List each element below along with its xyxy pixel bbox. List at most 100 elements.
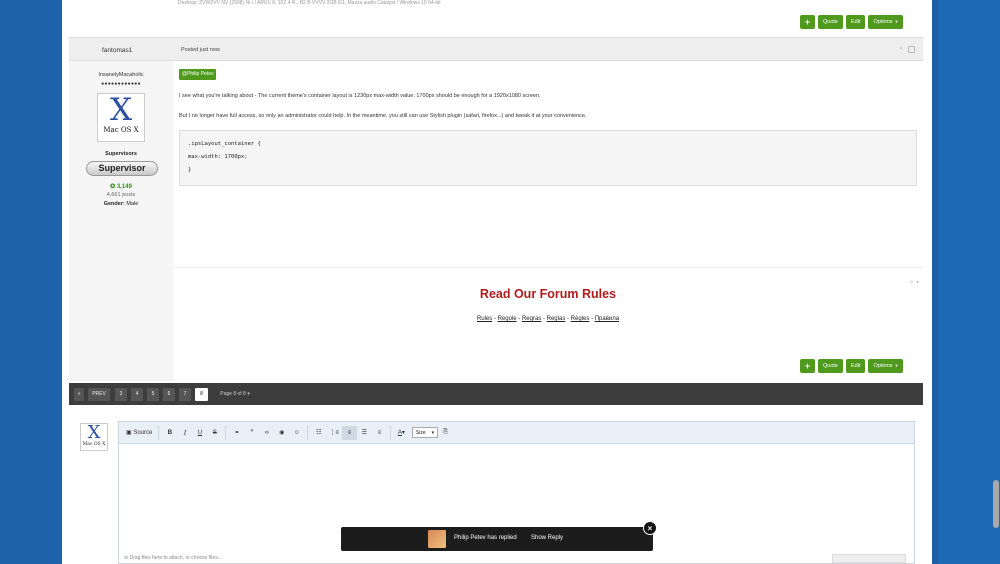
close-icon[interactable]: × (643, 521, 657, 535)
regole-link[interactable]: Regole (498, 316, 517, 322)
share-icon[interactable]: < (899, 46, 903, 53)
page-6-button[interactable]: 6 (163, 388, 175, 401)
regras-link[interactable]: Regras (522, 316, 541, 322)
page-3-button[interactable]: 3 (115, 388, 127, 401)
scrollbar-thumb[interactable] (993, 480, 999, 528)
author-panel: InsanelyMacaholic ●●●●●●●●●●●● X Mac OS … (69, 61, 173, 381)
source-icon: ▣ (126, 430, 134, 436)
align-center-icon[interactable]: ☰ (357, 426, 372, 440)
post-author[interactable]: fantomas1 (102, 47, 132, 54)
page-jump-dropdown[interactable]: Page 8 of 8 ▾ (213, 388, 257, 401)
signature-divider (173, 267, 923, 268)
reputation-value: 3,149 (116, 184, 132, 190)
user-group: Supervisors (105, 151, 137, 157)
quote-button[interactable]: Quote (818, 359, 843, 373)
options-button[interactable]: Options ▼ (868, 15, 904, 29)
multimod-checkbox[interactable] (908, 46, 915, 53)
post-paragraph-1: I see what you're talking about - The cu… (179, 93, 541, 99)
font-size-label: Size (415, 429, 426, 436)
options-button[interactable]: Options ▼ (868, 359, 904, 373)
italic-button[interactable]: I (177, 426, 192, 440)
reply-notification: Philip Petev has replied Show Reply (341, 527, 653, 551)
options-label: Options (873, 363, 893, 369)
toolbar-divider (158, 425, 160, 440)
spoiler-eye-icon[interactable]: ◉ (274, 426, 289, 440)
show-reply-link[interactable]: Show Reply (531, 535, 563, 541)
signature-close-icon[interactable]: ✕ ▾ (909, 279, 919, 286)
emoji-icon[interactable]: ☺ (289, 426, 304, 440)
gender-label: Gender: (103, 201, 125, 207)
strikethrough-button[interactable]: S (207, 426, 222, 440)
scrollbar[interactable] (991, 0, 999, 564)
chevron-down-icon: ▼ (894, 19, 899, 24)
regles-link[interactable]: Règles (571, 316, 590, 322)
reply-avatar: X Mac OS X (80, 423, 108, 451)
source-label: Source (133, 429, 153, 436)
bold-button[interactable]: B (162, 426, 177, 440)
avatar[interactable]: X Mac OS X (97, 93, 145, 142)
pravila-link[interactable]: Правила (595, 316, 619, 322)
editor-toolbar: ▣ Source B I U S ⚭ ” ‹› ◉ ☺ ☷ ⋮≡ ≡ ☰ ≡ A… (119, 422, 914, 444)
quote-icon[interactable]: ” (244, 426, 259, 440)
notification-message: Philip Petev has replied (454, 535, 517, 541)
page-8-button[interactable]: 8 (195, 388, 208, 401)
attach-hint[interactable]: ⊘ Drag files here to attach, or choose f… (124, 555, 222, 561)
chevron-down-icon: ▼ (894, 363, 899, 368)
bulleted-list-icon[interactable]: ☷ (311, 426, 326, 440)
underline-button[interactable]: U (192, 426, 207, 440)
avatar-caption: Mac OS X (103, 126, 139, 134)
page-5-button[interactable]: 5 (147, 388, 159, 401)
avatar-caption: Mac OS X (82, 442, 106, 447)
page-summary: Page 8 of 8 (220, 391, 246, 397)
page-7-button[interactable]: 7 (179, 388, 191, 401)
gender-field: Gender: Male (69, 201, 173, 207)
avatar-x-glyph: X (87, 422, 101, 443)
submit-button[interactable] (832, 554, 906, 563)
font-size-select[interactable]: Size ▾ (411, 427, 439, 438)
forum-page: Desktop: ZVWZVV NV (2008) Nr i / APUV 0,… (62, 0, 932, 564)
source-button[interactable]: ▣ Source (123, 426, 155, 440)
edit-button[interactable]: Edit (845, 359, 866, 373)
align-left-icon[interactable]: ≡ (341, 425, 357, 440)
quote-button[interactable]: Quote (818, 15, 843, 29)
mention-tag[interactable]: @Philip Petev (179, 69, 217, 80)
code-block: .ipsLayout_container { max-width: 1700px… (179, 130, 917, 186)
paste-text-icon[interactable]: ⎘ (438, 426, 453, 440)
code-line: } (188, 167, 192, 173)
avatar-x-glyph: X (109, 92, 133, 128)
reputation-icon: ✪ (110, 184, 117, 190)
numbered-list-icon[interactable]: ⋮≡ (326, 426, 342, 440)
first-page-button[interactable]: « (74, 388, 84, 401)
post-tools: < (899, 46, 915, 53)
prev-page-button[interactable]: PREV (88, 388, 110, 401)
post-header: fantomas1 Posted just now < (69, 37, 923, 61)
page-background-left (0, 0, 62, 564)
toolbar-divider (307, 425, 309, 440)
edit-button[interactable]: Edit (845, 15, 866, 29)
user-pips: ●●●●●●●●●●●● (101, 81, 141, 87)
post-paragraph-2: But I no longer have full access, so onl… (179, 113, 587, 119)
reputation: ✪ 3,149 (69, 183, 173, 190)
reglas-link[interactable]: Reglas (547, 316, 566, 322)
post-actions: + Quote Edit Options ▼ (800, 359, 904, 373)
chevron-down-icon: ▾ (247, 391, 250, 397)
signature-title: Read Our Forum Rules (479, 287, 617, 301)
rules-link[interactable]: Rules (477, 316, 492, 322)
notification-avatar (428, 530, 446, 548)
multiquote-button[interactable]: + (800, 15, 815, 29)
toolbar-divider (225, 425, 227, 440)
options-label: Options (873, 19, 893, 25)
font-color-icon[interactable]: A ▾ (394, 426, 409, 440)
attach-text: Drag files here to attach, or choose fil… (129, 555, 222, 561)
post-timestamp[interactable]: Posted just now (181, 47, 220, 53)
code-line: max-width: 1700px; (188, 154, 248, 160)
toolbar-divider (389, 425, 391, 440)
post-content: @Philip Petev I see what you're talking … (173, 61, 923, 381)
link-icon[interactable]: ⚭ (229, 426, 244, 440)
pagination-bar: « PREV 3 4 5 6 7 8 Page 8 of 8 ▾ (69, 383, 923, 405)
code-icon[interactable]: ‹› (259, 426, 274, 440)
page-4-button[interactable]: 4 (131, 388, 143, 401)
rank-badge: Supervisor (86, 161, 158, 176)
align-right-icon[interactable]: ≡ (372, 426, 387, 440)
multiquote-button[interactable]: + (800, 359, 815, 373)
